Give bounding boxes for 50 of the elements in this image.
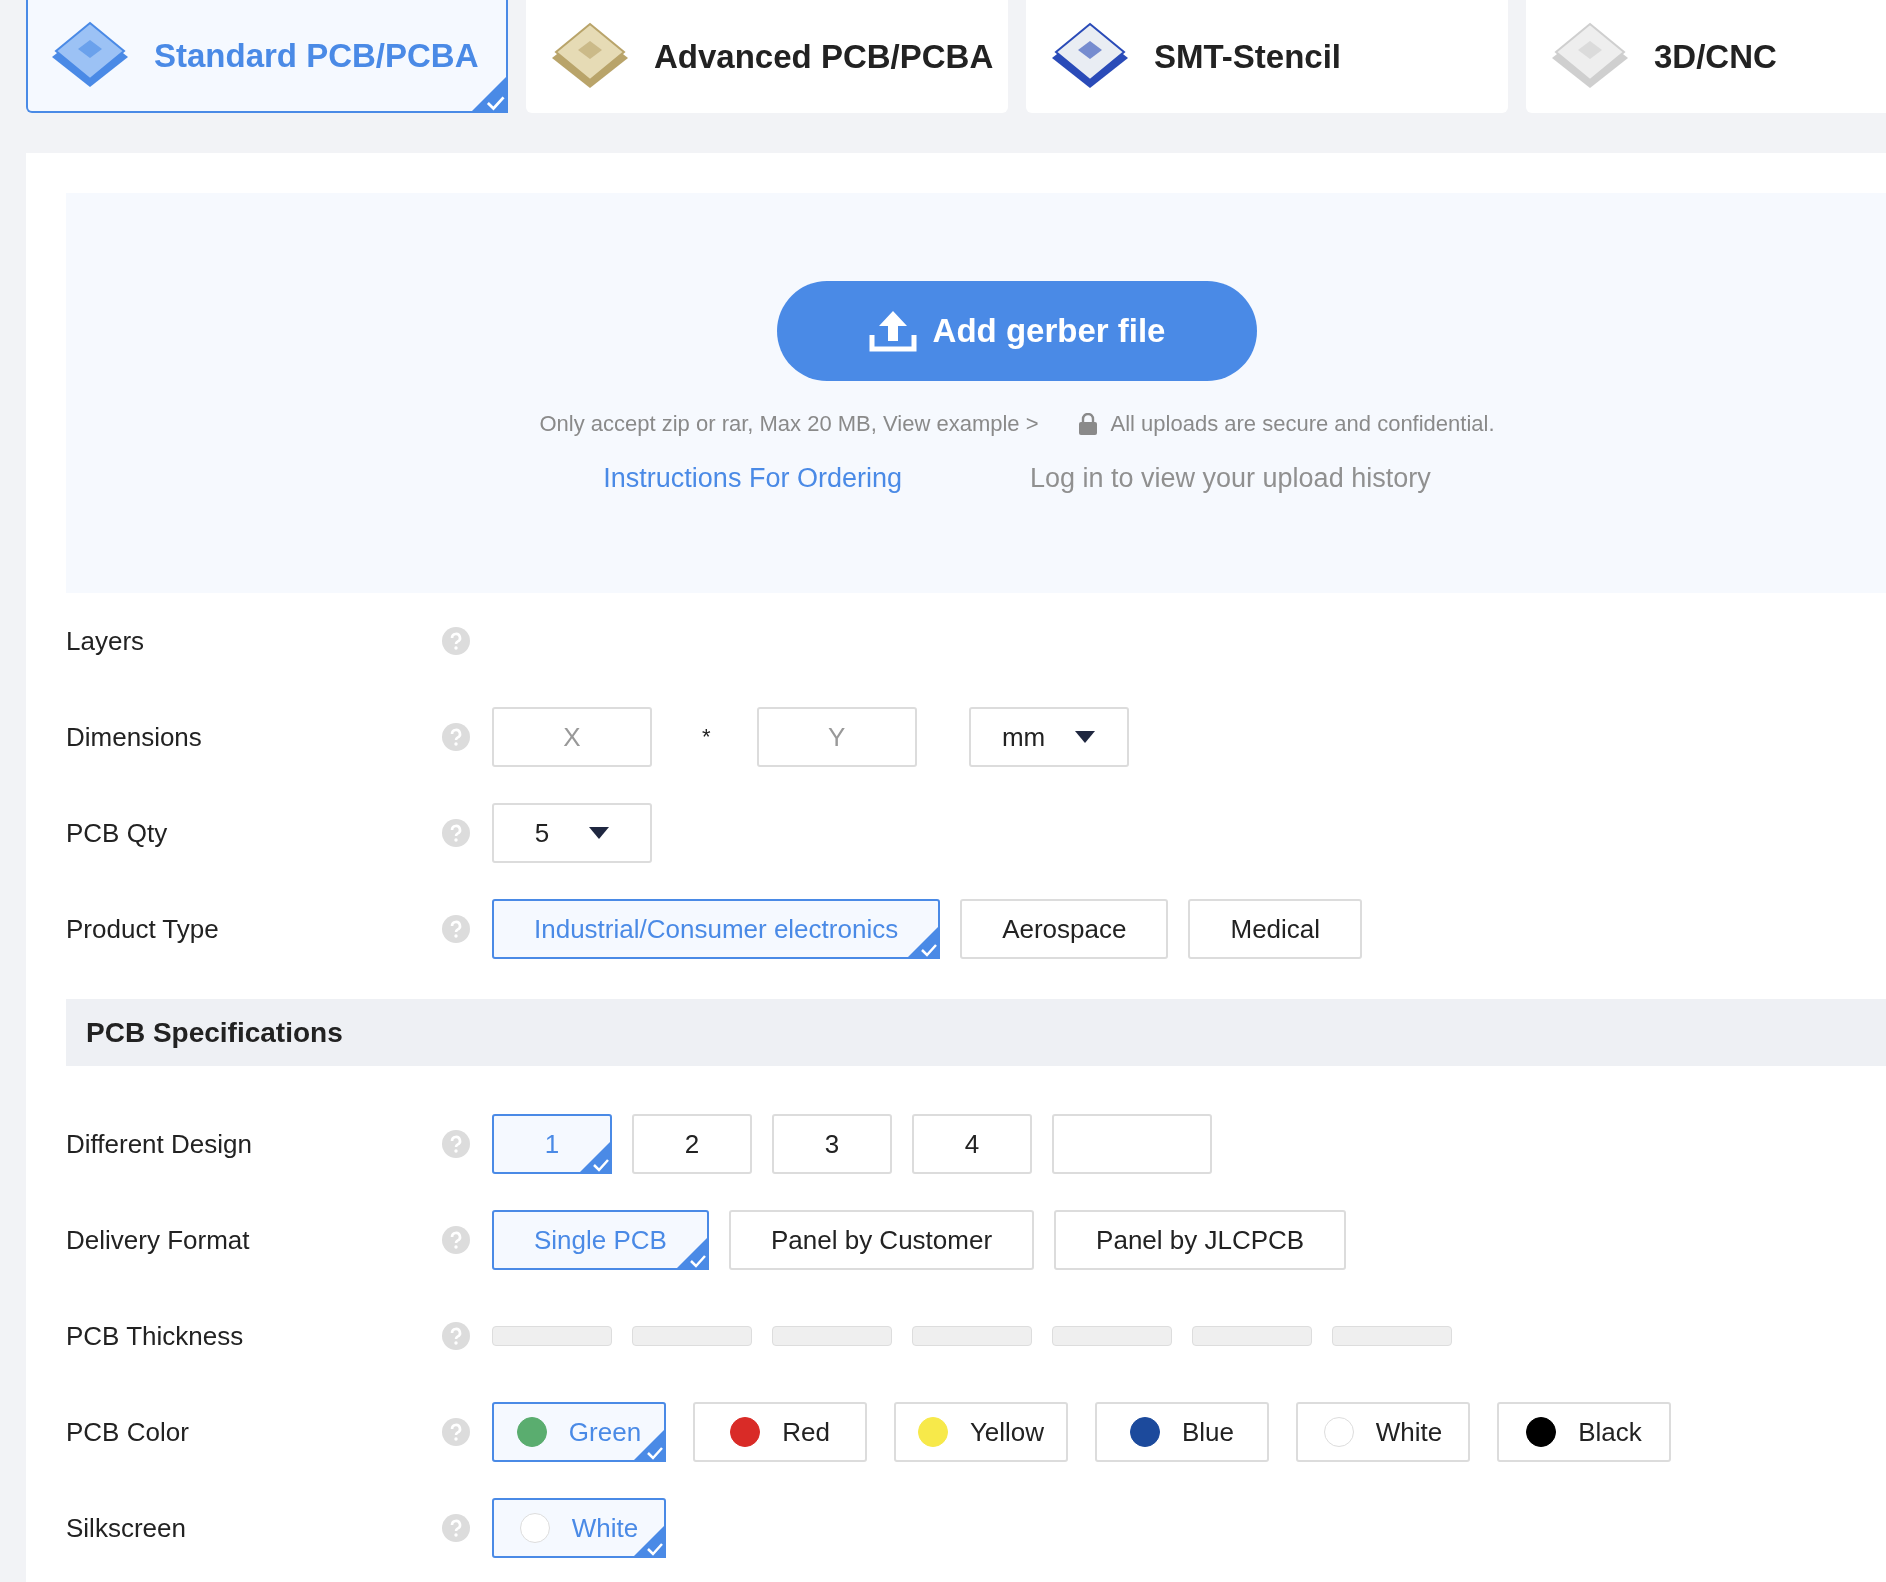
option-button[interactable]: Panel by JLCPCB (1054, 1210, 1347, 1270)
help-icon[interactable] (442, 915, 470, 943)
upload-icon (868, 309, 917, 353)
option-button[interactable]: 2 (632, 1114, 752, 1174)
field-label: Delivery Format (66, 1224, 251, 1256)
option-button[interactable]: Medical (1188, 899, 1363, 959)
color-option[interactable]: Black (1497, 1402, 1671, 1462)
dropdown-caret-icon (589, 827, 610, 839)
color-option[interactable]: White (1296, 1402, 1470, 1462)
color-option[interactable]: Yellow (894, 1402, 1068, 1462)
selected-check-icon (674, 1236, 709, 1270)
help-icon[interactable] (442, 819, 470, 847)
security-note: All uploads are secure and confidential. (1110, 411, 1495, 437)
help-icon[interactable] (442, 1226, 470, 1254)
field-label: Dimensions (66, 721, 203, 753)
option-button[interactable]: 4 (912, 1114, 1032, 1174)
help-icon[interactable] (442, 1130, 470, 1158)
times-sign: * (702, 724, 711, 750)
file-requirements-text: Only accept zip or rar, Max 20 MB, View example > (539, 411, 1039, 437)
section-title: PCB Specifications (86, 1016, 343, 1049)
product-tab[interactable]: SMT-Stencil (1026, 0, 1508, 113)
quantity-select[interactable]: 5 (492, 803, 652, 863)
lock-icon (1078, 413, 1097, 435)
field-label: Silkscreen (66, 1512, 187, 1544)
color-option[interactable]: Blue (1095, 1402, 1269, 1462)
width-input[interactable]: X (492, 707, 652, 767)
field-label: PCB Thickness (66, 1320, 245, 1352)
help-icon[interactable] (442, 1418, 470, 1446)
field-label: Product Type (66, 913, 220, 945)
option-button[interactable]: 3 (772, 1114, 892, 1174)
field-label: Different Design (66, 1128, 253, 1160)
dropdown-caret-icon (1075, 731, 1096, 743)
help-icon[interactable] (442, 1322, 470, 1350)
help-icon[interactable] (442, 723, 470, 751)
help-icon[interactable] (442, 1514, 470, 1542)
selected-check-icon (470, 75, 508, 113)
field-label: Layers (66, 625, 146, 657)
unit-select[interactable]: mm (968, 707, 1129, 767)
option-button[interactable]: Panel by Customer (728, 1210, 1035, 1270)
selected-check-icon (578, 1140, 612, 1174)
field-label: PCB Color (66, 1416, 190, 1448)
color-option[interactable]: Red (693, 1402, 867, 1462)
input-field[interactable] (1052, 1114, 1212, 1174)
help-icon[interactable] (442, 627, 470, 655)
height-input[interactable]: Y (756, 707, 917, 767)
selected-check-icon (906, 925, 941, 959)
option-button[interactable]: Aerospace (960, 899, 1169, 959)
product-tab[interactable]: 3D/CNC (1526, 0, 1886, 113)
product-tab[interactable]: Advanced PCB/PCBA (526, 0, 1008, 113)
field-label: PCB Qty (66, 817, 169, 849)
